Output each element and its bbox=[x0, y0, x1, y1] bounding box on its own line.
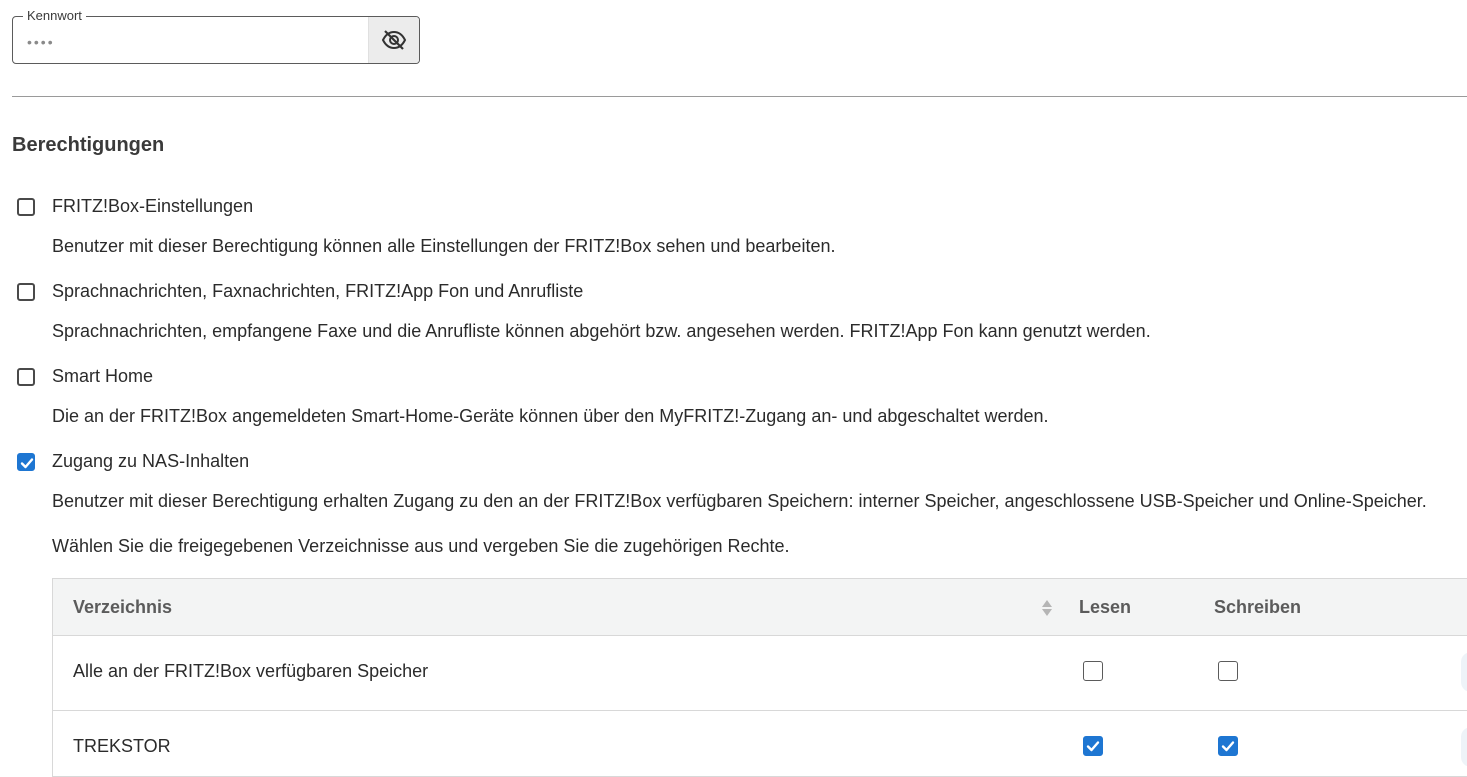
password-label: Kennwort bbox=[23, 8, 86, 24]
column-header-read: Lesen bbox=[1079, 597, 1132, 617]
nas-directory-table: Verzeichnis Lesen Schreiben Alle an der … bbox=[52, 578, 1467, 777]
permission-checkbox-nas-access[interactable] bbox=[17, 453, 35, 471]
write-checkbox[interactable] bbox=[1218, 736, 1238, 756]
table-header: Verzeichnis Lesen Schreiben bbox=[53, 579, 1467, 636]
section-title: Berechtigungen bbox=[12, 134, 165, 156]
sort-icon[interactable] bbox=[1041, 599, 1053, 617]
section-divider bbox=[12, 96, 1467, 97]
permission-label: Sprachnachrichten, Faxnachrichten, FRITZ… bbox=[52, 281, 584, 301]
password-field: Kennwort bbox=[12, 8, 420, 64]
row-action-button[interactable] bbox=[1461, 727, 1467, 767]
permission-label: Zugang zu NAS-Inhalten bbox=[52, 451, 250, 471]
checkmark-icon bbox=[20, 458, 34, 469]
column-header-write: Schreiben bbox=[1214, 597, 1302, 617]
row-action-button[interactable] bbox=[1461, 652, 1467, 692]
permission-description: Benutzer mit dieser Berechtigung können … bbox=[52, 236, 836, 256]
permission-hint: Wählen Sie die freigegebenen Verzeichnis… bbox=[52, 536, 790, 556]
permission-checkbox-smart-home[interactable] bbox=[17, 368, 35, 386]
table-row: TREKSTOR bbox=[53, 710, 1467, 776]
checkmark-icon bbox=[1086, 741, 1100, 752]
permission-description: Die an der FRITZ!Box angemeldeten Smart-… bbox=[52, 406, 1049, 426]
password-input[interactable] bbox=[25, 31, 369, 53]
directory-name: TREKSTOR bbox=[73, 736, 171, 756]
write-checkbox[interactable] bbox=[1218, 661, 1238, 681]
permission-label: Smart Home bbox=[52, 366, 154, 386]
eye-slash-icon bbox=[381, 30, 407, 50]
permission-description: Benutzer mit dieser Berechtigung erhalte… bbox=[52, 491, 1427, 511]
column-header-directory[interactable]: Verzeichnis bbox=[73, 597, 172, 618]
read-checkbox[interactable] bbox=[1083, 736, 1103, 756]
permission-label: FRITZ!Box-Einstellungen bbox=[52, 196, 254, 216]
toggle-password-visibility-button[interactable] bbox=[368, 17, 419, 63]
table-row: Alle an der FRITZ!Box verfügbaren Speich… bbox=[53, 635, 1467, 711]
permission-checkbox-voice-fax-calls[interactable] bbox=[17, 283, 35, 301]
directory-name: Alle an der FRITZ!Box verfügbaren Speich… bbox=[73, 661, 429, 681]
read-checkbox[interactable] bbox=[1083, 661, 1103, 681]
permission-checkbox-fritzbox-settings[interactable] bbox=[17, 198, 35, 216]
permission-description: Sprachnachrichten, empfangene Faxe und d… bbox=[52, 321, 1151, 341]
checkmark-icon bbox=[1221, 741, 1235, 752]
